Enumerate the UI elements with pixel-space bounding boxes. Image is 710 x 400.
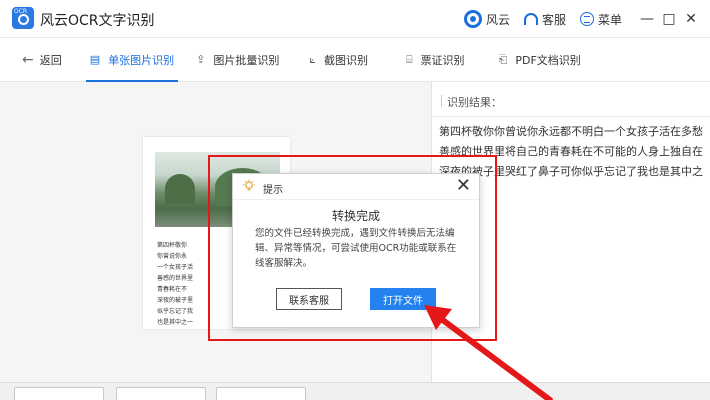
tab-certificate[interactable]: ⌸ 票证识别: [406, 38, 465, 82]
tab-label: 单张图片识别: [108, 53, 175, 67]
back-label: 返回: [39, 53, 62, 67]
bottom-bar: [0, 382, 710, 400]
customer-service-label: 客服: [541, 12, 566, 27]
arrow-left-icon: ←: [22, 51, 34, 68]
crop-icon: ⟀: [309, 52, 316, 66]
open-file-button[interactable]: 打开文件: [370, 288, 436, 310]
dialog-line: 线客服解决。: [255, 258, 313, 269]
dialog-message: 您的文件已经转换完成，遇到文件转换后无法编 辑、异常等情况，可尝试使用OCR功能…: [255, 226, 465, 271]
dialog-close-button[interactable]: ✕: [456, 176, 471, 196]
preview-line: 青春耗在不: [157, 286, 188, 293]
preview-line: 你曾说你永: [157, 253, 188, 260]
maximize-button[interactable]: □: [658, 8, 680, 30]
divider: [433, 116, 710, 117]
preview-line: 第四杯敬你: [157, 242, 188, 249]
tab-single-image[interactable]: ▤ 单张图片识别: [85, 38, 179, 82]
image-doc-icon: ▤: [89, 53, 101, 66]
pdf-icon: ⎗: [498, 52, 508, 66]
preview-line: 善感的世界里: [157, 275, 194, 282]
tab-label: 截图识别: [323, 53, 368, 67]
app-logo-icon: OCR: [12, 7, 34, 29]
menu-label: 菜单: [597, 12, 622, 27]
tab-label: 图片批量识别: [213, 53, 280, 67]
scan-icon: ⌸: [405, 52, 413, 66]
contact-support-button[interactable]: 联系客服: [276, 288, 342, 310]
headset-icon: [523, 13, 538, 25]
dialog-header: 提示 ✕: [233, 174, 479, 200]
bottom-button[interactable]: [116, 387, 206, 400]
tab-batch-image[interactable]: ⇪ 图片批量识别: [196, 38, 279, 82]
title-bar: OCR 风云OCR文字识别 风云 客服 菜单 — □ ✕: [0, 0, 710, 38]
dialog-line: 辑、异常等情况，可尝试使用OCR功能或联系在: [255, 243, 457, 254]
lightbulb-icon: [243, 179, 255, 191]
tab-label: 票证识别: [420, 53, 465, 67]
tab-label: PDF文档识别: [515, 53, 581, 67]
dialog-line: 您的文件已经转换完成，遇到文件转换后无法编: [255, 228, 455, 239]
fengyun-button[interactable]: 风云: [463, 10, 510, 28]
bottom-button[interactable]: [216, 387, 306, 400]
preview-text: 第四杯敬你 你曾说你永 一个女孩子活 善感的世界里 青春耗在不 深夜的被子里 似…: [157, 240, 193, 328]
conversion-complete-dialog: 提示 ✕ 转换完成 您的文件已经转换完成，遇到文件转换后无法编 辑、异常等情况，…: [232, 173, 480, 328]
tab-screenshot[interactable]: ⟀ 截图识别: [309, 38, 368, 82]
preview-line: 一个女孩子活: [157, 264, 194, 271]
preview-line: 似乎忘记了我: [157, 308, 194, 315]
fengyun-label: 风云: [485, 12, 510, 27]
bottom-button[interactable]: [14, 387, 104, 400]
menu-button[interactable]: 菜单: [579, 11, 622, 28]
upload-icon: ⇪: [196, 53, 206, 66]
fengyun-icon: [463, 10, 482, 28]
toolbar: ← 返回 ▤ 单张图片识别 ⇪ 图片批量识别 ⟀ 截图识别 ⌸ 票证识别 ⎗ P…: [0, 38, 710, 82]
close-window-button[interactable]: ✕: [680, 8, 702, 30]
result-line: 第四杯敬你你曾说你永远都不明白一个女孩子活在多愁: [439, 125, 703, 138]
app-title: 风云OCR文字识别: [40, 13, 155, 29]
dialog-title: 提示: [263, 185, 283, 196]
preview-line: 深夜的被子里: [157, 297, 194, 304]
dialog-heading: 转换完成: [331, 209, 380, 223]
customer-service-button[interactable]: 客服: [523, 11, 566, 28]
result-heading: 识别结果：: [441, 95, 502, 109]
back-button[interactable]: ← 返回: [22, 38, 62, 82]
preview-line: 也是其中之一: [157, 319, 194, 326]
menu-icon: [579, 12, 594, 26]
tab-pdf[interactable]: ⎗ PDF文档识别: [499, 38, 581, 82]
minimize-button[interactable]: —: [636, 8, 658, 30]
